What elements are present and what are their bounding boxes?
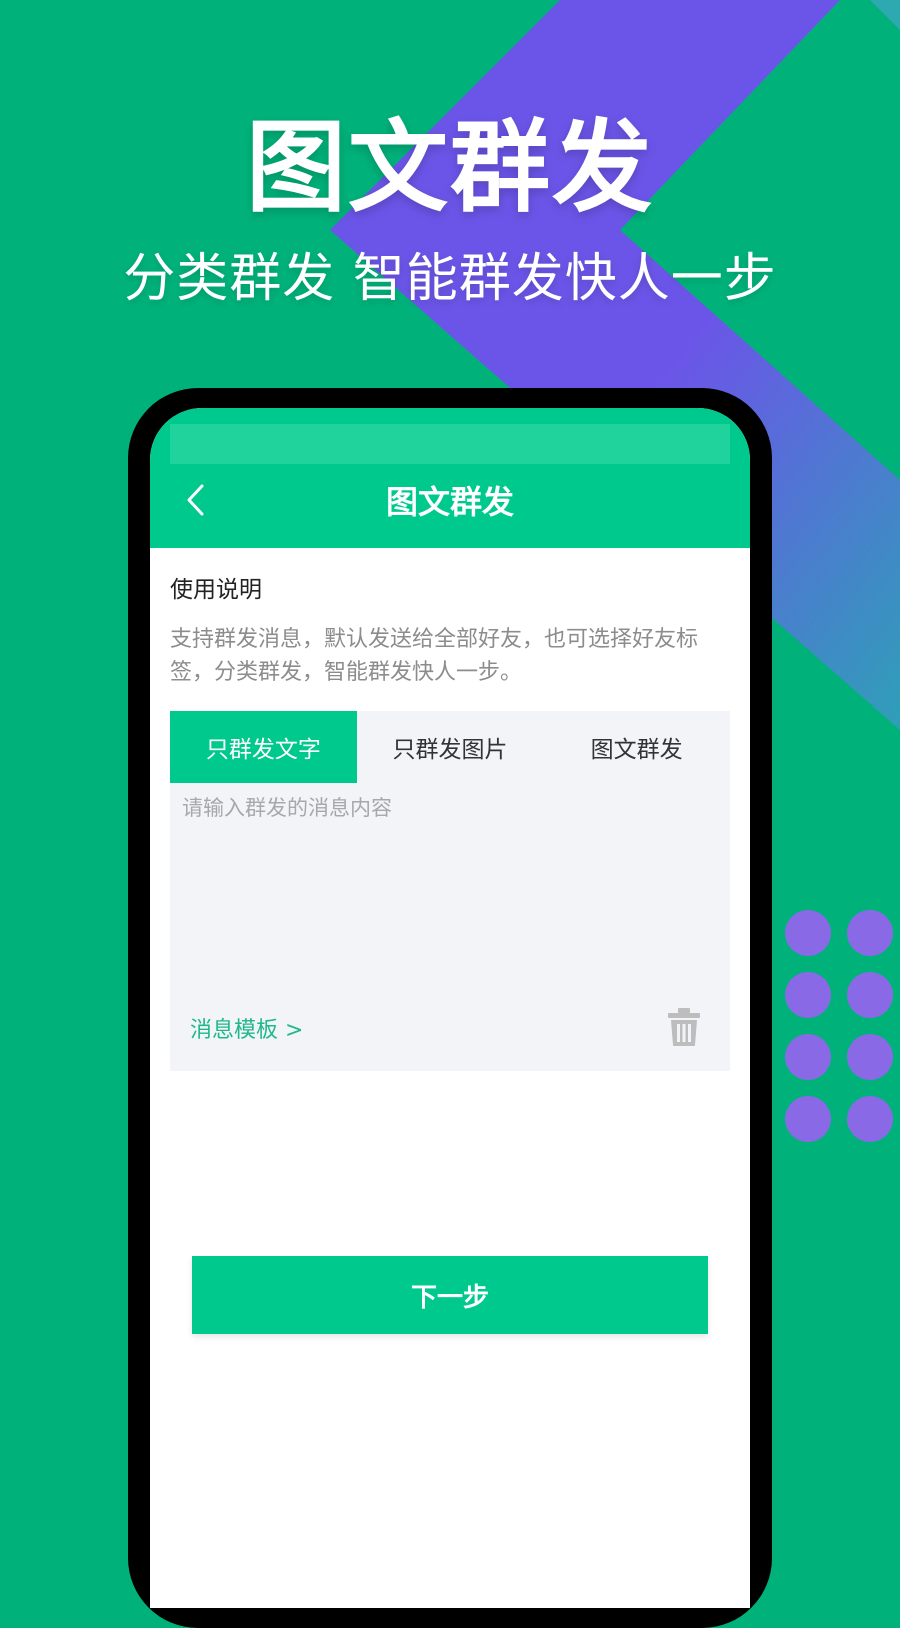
status-bar <box>170 424 730 464</box>
diagonal-band-corner <box>870 0 900 30</box>
decor-dot <box>847 1096 893 1142</box>
message-template-link[interactable]: 消息模板 > <box>190 1015 303 1047</box>
delete-button[interactable] <box>666 1007 702 1047</box>
phone-screen: 图文群发 使用说明 支持群发消息，默认发送给全部好友，也可选择好友标签，分类群发… <box>150 408 750 1608</box>
send-mode-tabs: 只群发文字 只群发图片 图文群发 <box>170 711 730 783</box>
decor-dot <box>847 910 893 956</box>
app-header: 图文群发 <box>150 408 750 548</box>
decor-dot <box>785 1034 831 1080</box>
decor-dot <box>847 972 893 1018</box>
trash-icon <box>668 1008 700 1046</box>
tab-image-only[interactable]: 只群发图片 <box>357 711 544 783</box>
decorative-dot-grid <box>785 910 895 1150</box>
tab-text-only[interactable]: 只群发文字 <box>170 711 357 783</box>
decor-dot <box>785 1096 831 1142</box>
promo-title: 图文群发 <box>246 109 654 226</box>
instructions-title: 使用说明 <box>170 577 262 603</box>
decor-dot <box>785 972 831 1018</box>
decor-dot <box>785 910 831 956</box>
next-step-button[interactable]: 下一步 <box>192 1256 708 1334</box>
message-card: 只群发文字 只群发图片 图文群发 消息模板 > <box>170 711 730 1071</box>
decor-dot <box>847 1034 893 1080</box>
back-button[interactable] <box>174 478 218 522</box>
promo-subtitle: 分类群发 智能群发快人一步 <box>123 249 777 309</box>
message-input[interactable] <box>182 793 712 973</box>
chevron-left-icon <box>187 484 204 516</box>
tab-image-text[interactable]: 图文群发 <box>543 711 730 783</box>
instructions-description: 支持群发消息，默认发送给全部好友，也可选择好友标签，分类群发，智能群发快人一步。 <box>170 627 699 685</box>
page-title: 图文群发 <box>385 483 514 521</box>
